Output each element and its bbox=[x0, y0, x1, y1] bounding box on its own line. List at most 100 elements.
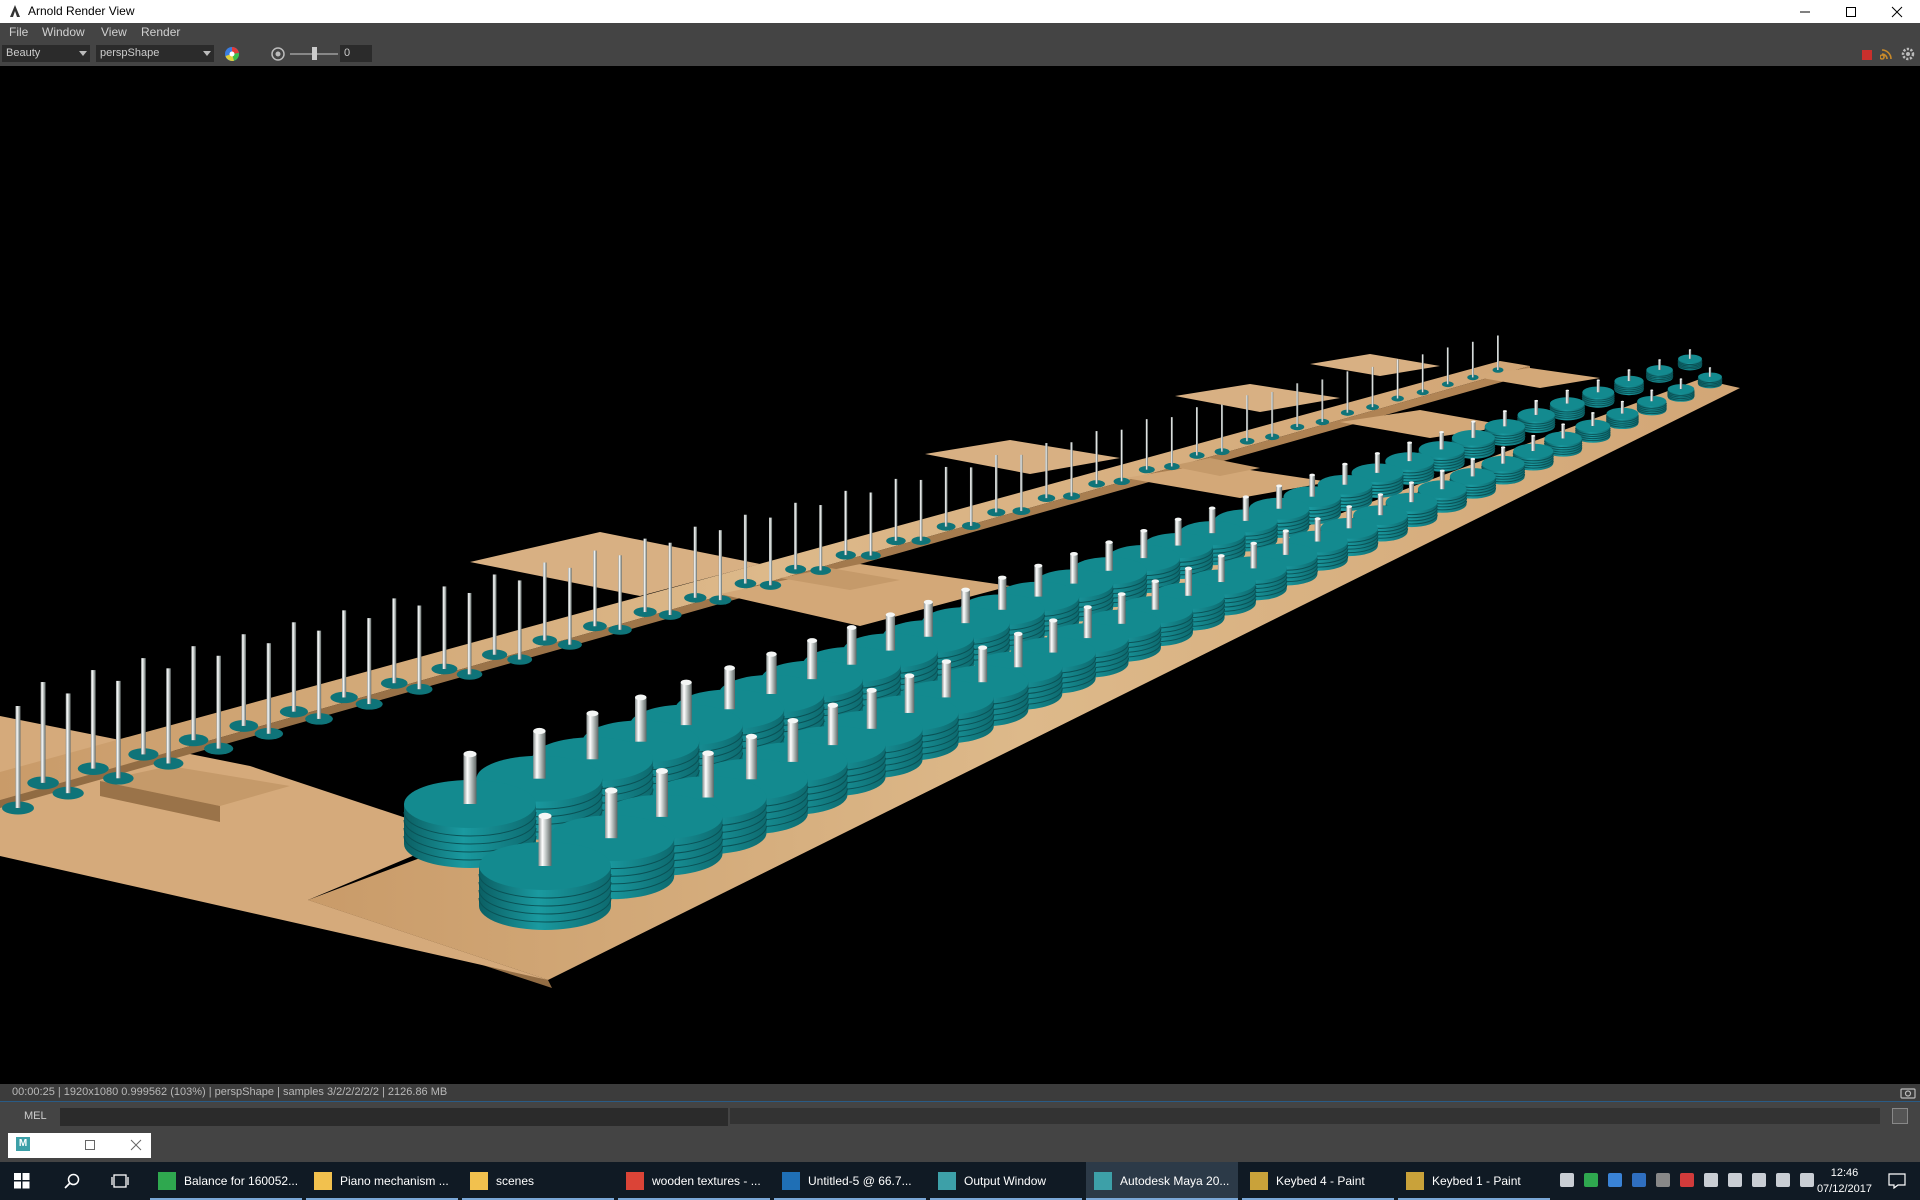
taskbar-item[interactable]: Piano mechanism ... bbox=[306, 1162, 458, 1200]
close-icon[interactable] bbox=[130, 1139, 142, 1151]
network-icon[interactable] bbox=[1704, 1173, 1718, 1187]
pin-top bbox=[807, 638, 818, 644]
volume-icon[interactable] bbox=[1800, 1173, 1814, 1187]
metal-pin bbox=[1620, 401, 1624, 414]
paint-icon bbox=[1250, 1172, 1268, 1190]
mel-label[interactable]: MEL bbox=[10, 1108, 58, 1124]
taskbar-item[interactable]: Balance for 160052... bbox=[150, 1162, 302, 1200]
minimize-icon bbox=[1800, 11, 1810, 12]
metal-pin bbox=[787, 720, 799, 762]
battery-icon[interactable] bbox=[1752, 1173, 1766, 1187]
tray-red-icon[interactable] bbox=[1680, 1173, 1694, 1187]
metal-pin bbox=[266, 643, 272, 734]
metal-pin bbox=[668, 542, 672, 615]
pin-top bbox=[827, 702, 839, 708]
restore-icon[interactable] bbox=[84, 1139, 96, 1151]
metal-pin bbox=[807, 640, 818, 680]
maximize-button[interactable] bbox=[1828, 0, 1874, 23]
metal-pin bbox=[885, 614, 896, 651]
metal-pin bbox=[998, 577, 1007, 610]
exposure-slider-handle[interactable] bbox=[312, 47, 317, 60]
pin-top bbox=[1151, 579, 1160, 584]
metal-pin bbox=[467, 592, 472, 675]
taskbar-item[interactable]: Keybed 1 - Paint bbox=[1398, 1162, 1550, 1200]
pin-top bbox=[635, 694, 647, 701]
close-button[interactable] bbox=[1874, 0, 1920, 23]
menu-window[interactable]: Window bbox=[42, 25, 85, 39]
tray-app-icon[interactable] bbox=[1584, 1173, 1598, 1187]
metal-pin bbox=[568, 567, 572, 645]
taskbar-item[interactable]: Autodesk Maya 20... bbox=[1086, 1162, 1238, 1200]
taskbar-item[interactable]: Output Window bbox=[930, 1162, 1082, 1200]
windows-start-icon[interactable] bbox=[14, 1173, 30, 1189]
metal-pin bbox=[1117, 594, 1126, 624]
pin-top bbox=[1596, 379, 1600, 381]
metal-pin bbox=[643, 538, 647, 613]
metal-pin bbox=[1679, 378, 1683, 389]
pin-top bbox=[1688, 349, 1692, 351]
pin-top bbox=[586, 710, 599, 717]
minimized-window[interactable]: M bbox=[8, 1133, 151, 1158]
ipr-refresh-icon[interactable] bbox=[1880, 47, 1896, 61]
security-shield-icon[interactable] bbox=[1632, 1173, 1646, 1187]
maya-icon bbox=[1094, 1172, 1112, 1190]
metal-pin bbox=[1296, 383, 1299, 427]
mel-command-bar: MEL bbox=[0, 1102, 1920, 1130]
pin-top bbox=[1534, 399, 1539, 402]
metal-pin bbox=[586, 713, 599, 760]
title-bar: Arnold Render View bbox=[0, 0, 1920, 23]
usb-icon[interactable] bbox=[1728, 1173, 1742, 1187]
taskbar-item[interactable]: Keybed 4 - Paint bbox=[1242, 1162, 1394, 1200]
gear-icon[interactable] bbox=[1900, 46, 1916, 62]
color-wheel-icon[interactable] bbox=[224, 46, 240, 62]
pin-top bbox=[766, 651, 777, 657]
script-editor-icon[interactable] bbox=[1892, 1108, 1908, 1124]
pin-top bbox=[904, 673, 915, 679]
pin-top bbox=[1679, 378, 1683, 380]
metal-pin bbox=[1627, 369, 1631, 382]
menu-view[interactable]: View bbox=[101, 25, 127, 39]
metal-pin bbox=[944, 466, 948, 527]
onedrive-icon[interactable] bbox=[1560, 1173, 1574, 1187]
taskbar-item[interactable]: Untitled-5 @ 66.7... bbox=[774, 1162, 926, 1200]
snapshot-camera-icon[interactable] bbox=[1900, 1086, 1916, 1099]
maya-icon bbox=[938, 1172, 956, 1190]
wifi-icon[interactable] bbox=[1776, 1173, 1790, 1187]
metal-pin bbox=[542, 562, 547, 641]
clock[interactable]: 12:46 07/12/2017 bbox=[1817, 1165, 1872, 1197]
metal-pin bbox=[1688, 349, 1692, 359]
taskbar-item[interactable]: scenes bbox=[462, 1162, 614, 1200]
metal-pin bbox=[904, 675, 915, 713]
tray-grid-icon[interactable] bbox=[1656, 1173, 1670, 1187]
task-view-icon[interactable] bbox=[111, 1173, 129, 1189]
chevron-down-icon bbox=[203, 51, 211, 56]
exposure-input[interactable]: 0 bbox=[340, 45, 372, 62]
maya-minimized-strip: M bbox=[0, 1130, 1920, 1162]
mel-command-input[interactable] bbox=[60, 1108, 728, 1126]
pin-top bbox=[1117, 592, 1126, 597]
menu-render[interactable]: Render bbox=[141, 25, 180, 39]
tray-triangle-icon[interactable] bbox=[1608, 1173, 1622, 1187]
metal-pin bbox=[1049, 620, 1058, 653]
teal-felt-stack bbox=[1697, 367, 1723, 389]
paint-icon bbox=[1406, 1172, 1424, 1190]
taskbar-item[interactable]: wooden textures - ... bbox=[618, 1162, 770, 1200]
metal-pin bbox=[1439, 470, 1445, 490]
maya-icon: M bbox=[16, 1137, 30, 1151]
aov-dropdown[interactable]: Beauty bbox=[2, 45, 90, 62]
stop-render-icon[interactable] bbox=[1862, 50, 1872, 60]
taskbar: Balance for 160052... Piano mechanism ...… bbox=[0, 1162, 1920, 1200]
metal-pin bbox=[978, 647, 988, 683]
minimize-button[interactable] bbox=[1782, 0, 1828, 23]
metal-pin bbox=[115, 680, 121, 779]
exposure-icon[interactable] bbox=[270, 46, 286, 62]
metal-pin bbox=[1221, 404, 1224, 452]
search-icon[interactable] bbox=[64, 1173, 80, 1189]
render-viewport[interactable] bbox=[0, 66, 1920, 1084]
camera-dropdown[interactable]: perspShape bbox=[96, 45, 214, 62]
pin-top bbox=[1083, 605, 1092, 610]
side-plate-5 bbox=[1175, 384, 1340, 412]
notifications-icon[interactable] bbox=[1888, 1173, 1906, 1189]
menu-file[interactable]: File bbox=[9, 25, 28, 39]
pin-top bbox=[724, 665, 735, 671]
